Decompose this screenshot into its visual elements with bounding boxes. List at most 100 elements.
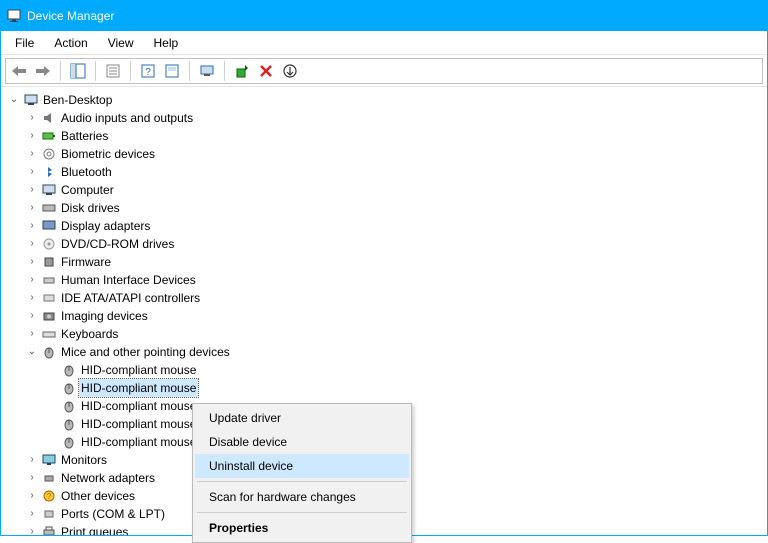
chevron-right-icon[interactable]: › bbox=[25, 237, 39, 251]
toolbar: ? bbox=[1, 55, 767, 87]
update-driver-button[interactable] bbox=[231, 60, 253, 82]
app-icon bbox=[7, 9, 21, 23]
category-hid[interactable]: › Human Interface Devices bbox=[7, 271, 767, 289]
back-button[interactable] bbox=[8, 60, 30, 82]
category-label: IDE ATA/ATAPI controllers bbox=[59, 289, 202, 307]
toolbar-sep-4 bbox=[189, 61, 190, 81]
menu-help[interactable]: Help bbox=[144, 33, 189, 53]
cm-properties[interactable]: Properties bbox=[195, 516, 409, 540]
category-label: Mice and other pointing devices bbox=[59, 343, 232, 361]
chevron-right-icon[interactable]: › bbox=[25, 165, 39, 179]
tree-spacer bbox=[45, 363, 59, 377]
mouse-icon bbox=[41, 344, 57, 360]
chevron-right-icon[interactable]: › bbox=[25, 489, 39, 503]
chevron-right-icon[interactable]: › bbox=[25, 219, 39, 233]
uninstall-button[interactable] bbox=[255, 60, 277, 82]
category-label: DVD/CD-ROM drives bbox=[59, 235, 176, 253]
chevron-right-icon[interactable]: › bbox=[25, 525, 39, 535]
computer-icon bbox=[23, 92, 39, 108]
cm-uninstall-device[interactable]: Uninstall device bbox=[195, 454, 409, 478]
device-label: HID-compliant mouse bbox=[79, 433, 198, 451]
category-label: Audio inputs and outputs bbox=[59, 109, 195, 127]
context-menu: Update driver Disable device Uninstall d… bbox=[192, 403, 412, 543]
menu-view[interactable]: View bbox=[98, 33, 144, 53]
ide-icon bbox=[41, 290, 57, 306]
mouse-icon bbox=[61, 362, 77, 378]
category-label: Network adapters bbox=[59, 469, 157, 487]
chevron-right-icon[interactable]: › bbox=[25, 507, 39, 521]
svg-text:?: ? bbox=[145, 67, 151, 78]
computer-icon bbox=[41, 182, 57, 198]
category-label: Computer bbox=[59, 181, 116, 199]
chevron-down-icon[interactable]: ⌄ bbox=[25, 345, 39, 359]
chevron-right-icon[interactable]: › bbox=[25, 453, 39, 467]
category-label: Print queues bbox=[59, 523, 130, 535]
tree-root[interactable]: ⌄ Ben-Desktop bbox=[7, 91, 767, 109]
chevron-down-icon[interactable]: ⌄ bbox=[7, 93, 21, 107]
category-label: Bluetooth bbox=[59, 163, 114, 181]
mouse-icon bbox=[61, 380, 77, 396]
chevron-right-icon[interactable]: › bbox=[25, 111, 39, 125]
disable-button[interactable] bbox=[279, 60, 301, 82]
other-icon: ? bbox=[41, 488, 57, 504]
category-ide[interactable]: › IDE ATA/ATAPI controllers bbox=[7, 289, 767, 307]
category-display[interactable]: › Display adapters bbox=[7, 217, 767, 235]
category-batteries[interactable]: › Batteries bbox=[7, 127, 767, 145]
scan-hardware-button[interactable] bbox=[196, 60, 218, 82]
chevron-right-icon[interactable]: › bbox=[25, 327, 39, 341]
menu-file[interactable]: File bbox=[5, 33, 44, 53]
category-biometric[interactable]: › Biometric devices bbox=[7, 145, 767, 163]
printer-icon bbox=[41, 524, 57, 535]
chevron-right-icon[interactable]: › bbox=[25, 255, 39, 269]
chip-icon bbox=[41, 254, 57, 270]
category-mice[interactable]: ⌄ Mice and other pointing devices bbox=[7, 343, 767, 361]
category-label: Disk drives bbox=[59, 199, 122, 217]
mouse-icon bbox=[61, 416, 77, 432]
cm-separator bbox=[197, 481, 407, 482]
chevron-right-icon[interactable]: › bbox=[25, 183, 39, 197]
menu-action[interactable]: Action bbox=[44, 33, 97, 53]
category-bluetooth[interactable]: › Bluetooth bbox=[7, 163, 767, 181]
show-hide-tree-button[interactable] bbox=[67, 60, 89, 82]
chevron-right-icon[interactable]: › bbox=[25, 201, 39, 215]
chevron-right-icon[interactable]: › bbox=[25, 273, 39, 287]
hid-icon bbox=[41, 272, 57, 288]
titlebar: Device Manager bbox=[1, 1, 767, 31]
chevron-right-icon[interactable]: › bbox=[25, 147, 39, 161]
help-button[interactable]: ? bbox=[137, 60, 159, 82]
menubar: File Action View Help bbox=[1, 31, 767, 55]
keyboard-icon bbox=[41, 326, 57, 342]
monitor-icon bbox=[41, 452, 57, 468]
device-label: HID-compliant mouse bbox=[79, 379, 198, 397]
device-label: HID-compliant mouse bbox=[79, 361, 198, 379]
category-computer[interactable]: › Computer bbox=[7, 181, 767, 199]
bluetooth-icon bbox=[41, 164, 57, 180]
category-dvd[interactable]: › DVD/CD-ROM drives bbox=[7, 235, 767, 253]
cm-scan-hardware[interactable]: Scan for hardware changes bbox=[195, 485, 409, 509]
cm-disable-device[interactable]: Disable device bbox=[195, 430, 409, 454]
tree-spacer bbox=[45, 399, 59, 413]
category-imaging[interactable]: › Imaging devices bbox=[7, 307, 767, 325]
toolbar-inner: ? bbox=[5, 58, 763, 84]
forward-button[interactable] bbox=[32, 60, 54, 82]
properties-button[interactable] bbox=[102, 60, 124, 82]
chevron-right-icon[interactable]: › bbox=[25, 309, 39, 323]
action-button[interactable] bbox=[161, 60, 183, 82]
cm-update-driver[interactable]: Update driver bbox=[195, 406, 409, 430]
device-mouse-selected[interactable]: HID-compliant mouse bbox=[7, 379, 767, 397]
device-mouse[interactable]: HID-compliant mouse bbox=[7, 361, 767, 379]
toolbar-sep-2 bbox=[95, 61, 96, 81]
chevron-right-icon[interactable]: › bbox=[25, 471, 39, 485]
category-firmware[interactable]: › Firmware bbox=[7, 253, 767, 271]
category-keyboards[interactable]: › Keyboards bbox=[7, 325, 767, 343]
category-disk[interactable]: › Disk drives bbox=[7, 199, 767, 217]
speaker-icon bbox=[41, 110, 57, 126]
svg-text:?: ? bbox=[47, 492, 52, 501]
cm-separator bbox=[197, 512, 407, 513]
chevron-right-icon[interactable]: › bbox=[25, 291, 39, 305]
category-label: Imaging devices bbox=[59, 307, 150, 325]
display-icon bbox=[41, 218, 57, 234]
chevron-right-icon[interactable]: › bbox=[25, 129, 39, 143]
toolbar-sep-5 bbox=[224, 61, 225, 81]
category-audio[interactable]: › Audio inputs and outputs bbox=[7, 109, 767, 127]
